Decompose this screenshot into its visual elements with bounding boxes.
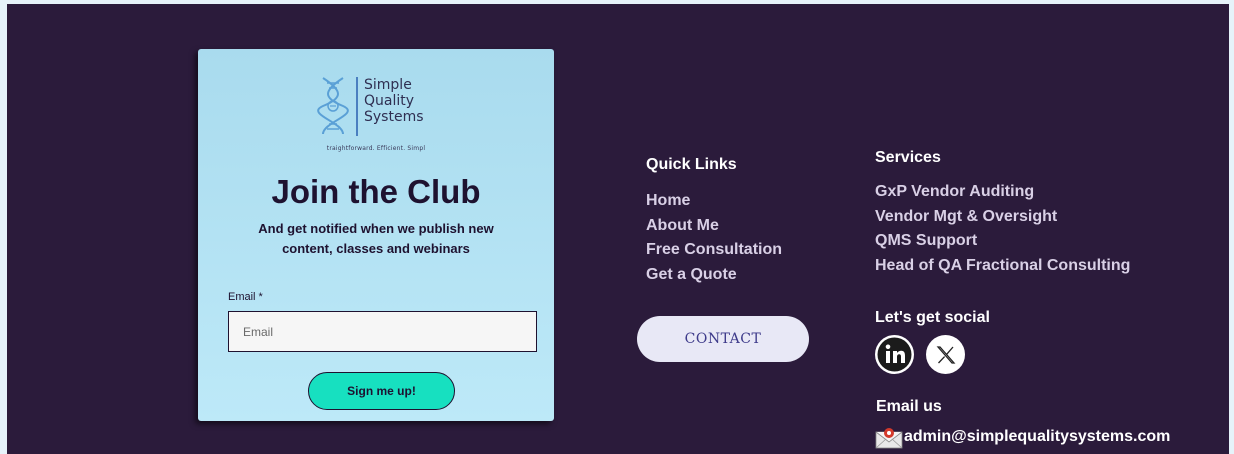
logo-wordmark: Simple Quality Systems [364,77,424,125]
email-field-label: Email * [228,291,263,303]
x-twitter-icon[interactable] [926,335,965,374]
dna-helix-icon [317,77,349,135]
services-list: GxP Vendor Auditing Vendor Mgt & Oversig… [875,180,1130,278]
newsletter-subtitle-line: content, classes and webinars [282,241,470,256]
email-row: admin@simplequalitysystems.com [875,425,1170,449]
nav-link-about-me[interactable]: About Me [646,214,782,239]
list-item: Get a Quote [646,263,782,288]
social-title: Let's get social [875,309,990,326]
email-us-title: Email us [876,398,942,415]
list-item: Home [646,189,782,214]
logo-word: Simple [364,77,412,93]
list-item: QMS Support [875,229,1130,254]
sign-up-button[interactable]: Sign me up! [308,372,455,410]
nav-link-home[interactable]: Home [646,189,782,214]
quick-links-list: Home About Me Free Consultation Get a Qu… [646,189,782,287]
logo-word: Quality [364,93,415,109]
list-item: GxP Vendor Auditing [875,180,1130,205]
email-address-link[interactable]: admin@simplequalitysystems.com [904,428,1170,446]
envelope-icon [875,428,903,449]
newsletter-subtitle-line: And get notified when we publish new [258,221,494,236]
logo-word: Systems [364,109,424,125]
linkedin-icon[interactable] [875,335,914,374]
logo-divider [356,77,358,136]
quick-links-title: Quick Links [646,156,737,173]
linkedin-glyph [877,337,912,372]
services-title: Services [875,149,941,166]
email-field[interactable] [228,311,537,352]
nav-link-get-a-quote[interactable]: Get a Quote [646,263,782,288]
service-link-gxp-vendor-auditing[interactable]: GxP Vendor Auditing [875,180,1130,205]
list-item: Vendor Mgt & Oversight [875,205,1130,230]
service-link-vendor-mgt[interactable]: Vendor Mgt & Oversight [875,205,1130,230]
newsletter-title: Join the Club [271,173,481,210]
nav-link-free-consultation[interactable]: Free Consultation [646,238,782,263]
service-link-head-of-qa[interactable]: Head of QA Fractional Consulting [875,254,1130,279]
list-item: About Me [646,214,782,239]
contact-button[interactable]: CONTACT [637,316,809,362]
list-item: Head of QA Fractional Consulting [875,254,1130,279]
service-link-qms-support[interactable]: QMS Support [875,229,1130,254]
x-glyph [936,345,955,364]
brand-logo: Simple Quality Systems [313,76,443,140]
site-footer: Simple Quality Systems traightforward. E… [7,4,1229,454]
newsletter-subtitle: And get notified when we publish new con… [228,219,524,259]
list-item: Free Consultation [646,238,782,263]
brand-tagline: traightforward. Efficient. Simpl [326,145,426,152]
newsletter-card: Simple Quality Systems traightforward. E… [198,49,554,421]
